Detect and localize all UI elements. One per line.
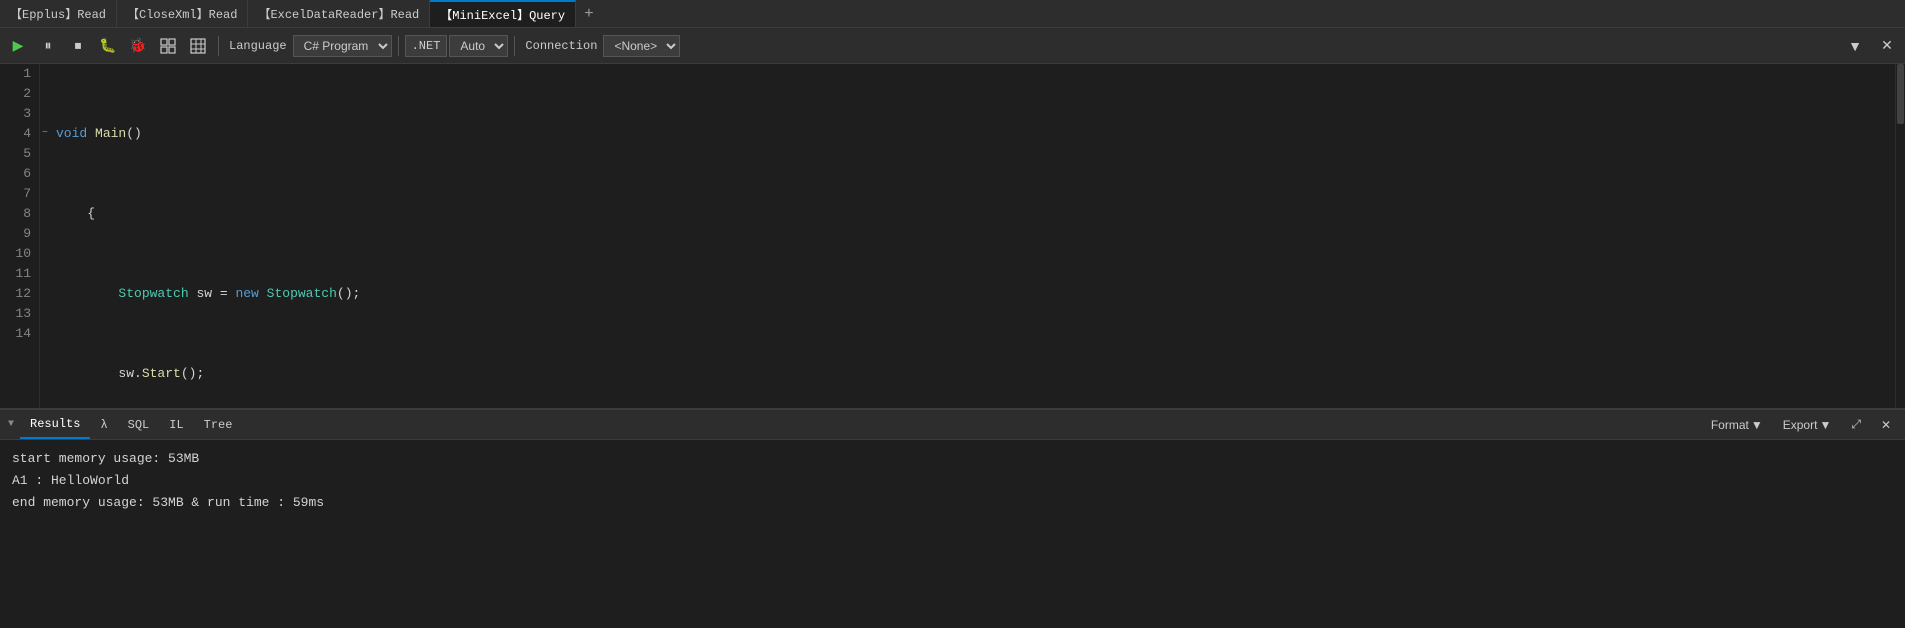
bottom-tab-il[interactable]: IL [159,410,193,439]
dotnet-badge: .NET [405,35,448,57]
close-toolbar-button[interactable]: ✕ [1873,33,1901,59]
bottom-panel-arrow[interactable]: ▼ [8,419,14,430]
code-line-3: Stopwatch sw = new Stopwatch(); [56,284,1895,304]
separator1 [218,36,219,56]
stop-button[interactable]: ⏹ [64,33,92,59]
debug1-button[interactable]: 🐛 [94,33,122,59]
bottom-tab-sql[interactable]: SQL [118,410,160,439]
code-content: − void Main() { Stopwatch sw = new Stopw… [40,64,1895,408]
bottom-tabs: ▼ Results λ SQL IL Tree Format ▼ Export … [0,410,1905,440]
code-line-2: { [56,204,1895,224]
pause-button[interactable]: ⏸ [34,33,62,59]
run-button[interactable]: ▶ [4,33,32,59]
format-button[interactable]: Format ▼ [1705,416,1769,434]
fold-icon-1[interactable]: − [42,124,48,144]
output-line-3: end memory usage: 53MB & run time : 59ms [12,492,1893,514]
code-line-1: − void Main() [56,124,1895,144]
connection-select[interactable]: <None> [603,35,680,57]
bottom-tab-right: Format ▼ Export ▼ ⤢ ✕ [1705,415,1897,434]
code-line-4: sw.Start(); [56,364,1895,384]
bottom-content: start memory usage: 53MB A1 : HelloWorld… [0,440,1905,628]
toolbar-right: ▼ ✕ [1841,33,1901,59]
table2-button[interactable] [184,33,212,59]
connection-label: Connection [525,39,597,53]
bottom-panel: ▼ Results λ SQL IL Tree Format ▼ Export … [0,408,1905,628]
main-content: 1 2 3 4 5 6 7 8 9 10 11 12 13 14 − v [0,64,1905,408]
language-select[interactable]: C# Program [293,35,392,57]
output-line-2: A1 : HelloWorld [12,470,1893,492]
tab-exceldatareader[interactable]: 【ExcelDataReader】Read [248,0,430,27]
output-line-1: start memory usage: 53MB [12,448,1893,470]
tab-miniexcel[interactable]: 【MiniExcel】Query [430,0,576,27]
table1-button[interactable] [154,33,182,59]
expand-button[interactable]: ⤢ [1845,415,1867,434]
tab-closexml[interactable]: 【CloseXml】Read [117,0,248,27]
editor-container: 1 2 3 4 5 6 7 8 9 10 11 12 13 14 − v [0,64,1905,408]
language-label: Language [229,39,287,53]
scrollbar-thumb [1897,64,1904,124]
bottom-tab-tree[interactable]: Tree [194,410,243,439]
close-panel-button[interactable]: ✕ [1875,416,1897,434]
tab-epplus[interactable]: 【Epplus】Read [0,0,117,27]
debug2-button[interactable]: 🐞 [124,33,152,59]
tab-bar: 【Epplus】Read 【CloseXml】Read 【ExcelDataRe… [0,0,1905,28]
line-numbers: 1 2 3 4 5 6 7 8 9 10 11 12 13 14 [0,64,40,408]
bottom-tab-results[interactable]: Results [20,410,90,439]
editor-scrollbar[interactable] [1895,64,1905,408]
bottom-tab-lambda[interactable]: λ [90,410,117,439]
separator3 [514,36,515,56]
export-button[interactable]: Export ▼ [1777,416,1838,434]
separator2 [398,36,399,56]
code-area[interactable]: 1 2 3 4 5 6 7 8 9 10 11 12 13 14 − v [0,64,1905,408]
dropdown-button[interactable]: ▼ [1841,33,1869,59]
toolbar: ▶ ⏸ ⏹ 🐛 🐞 Language C# Program .NET Auto … [0,28,1905,64]
tab-add-button[interactable]: + [576,5,602,23]
dotnet-select[interactable]: Auto [449,35,508,57]
